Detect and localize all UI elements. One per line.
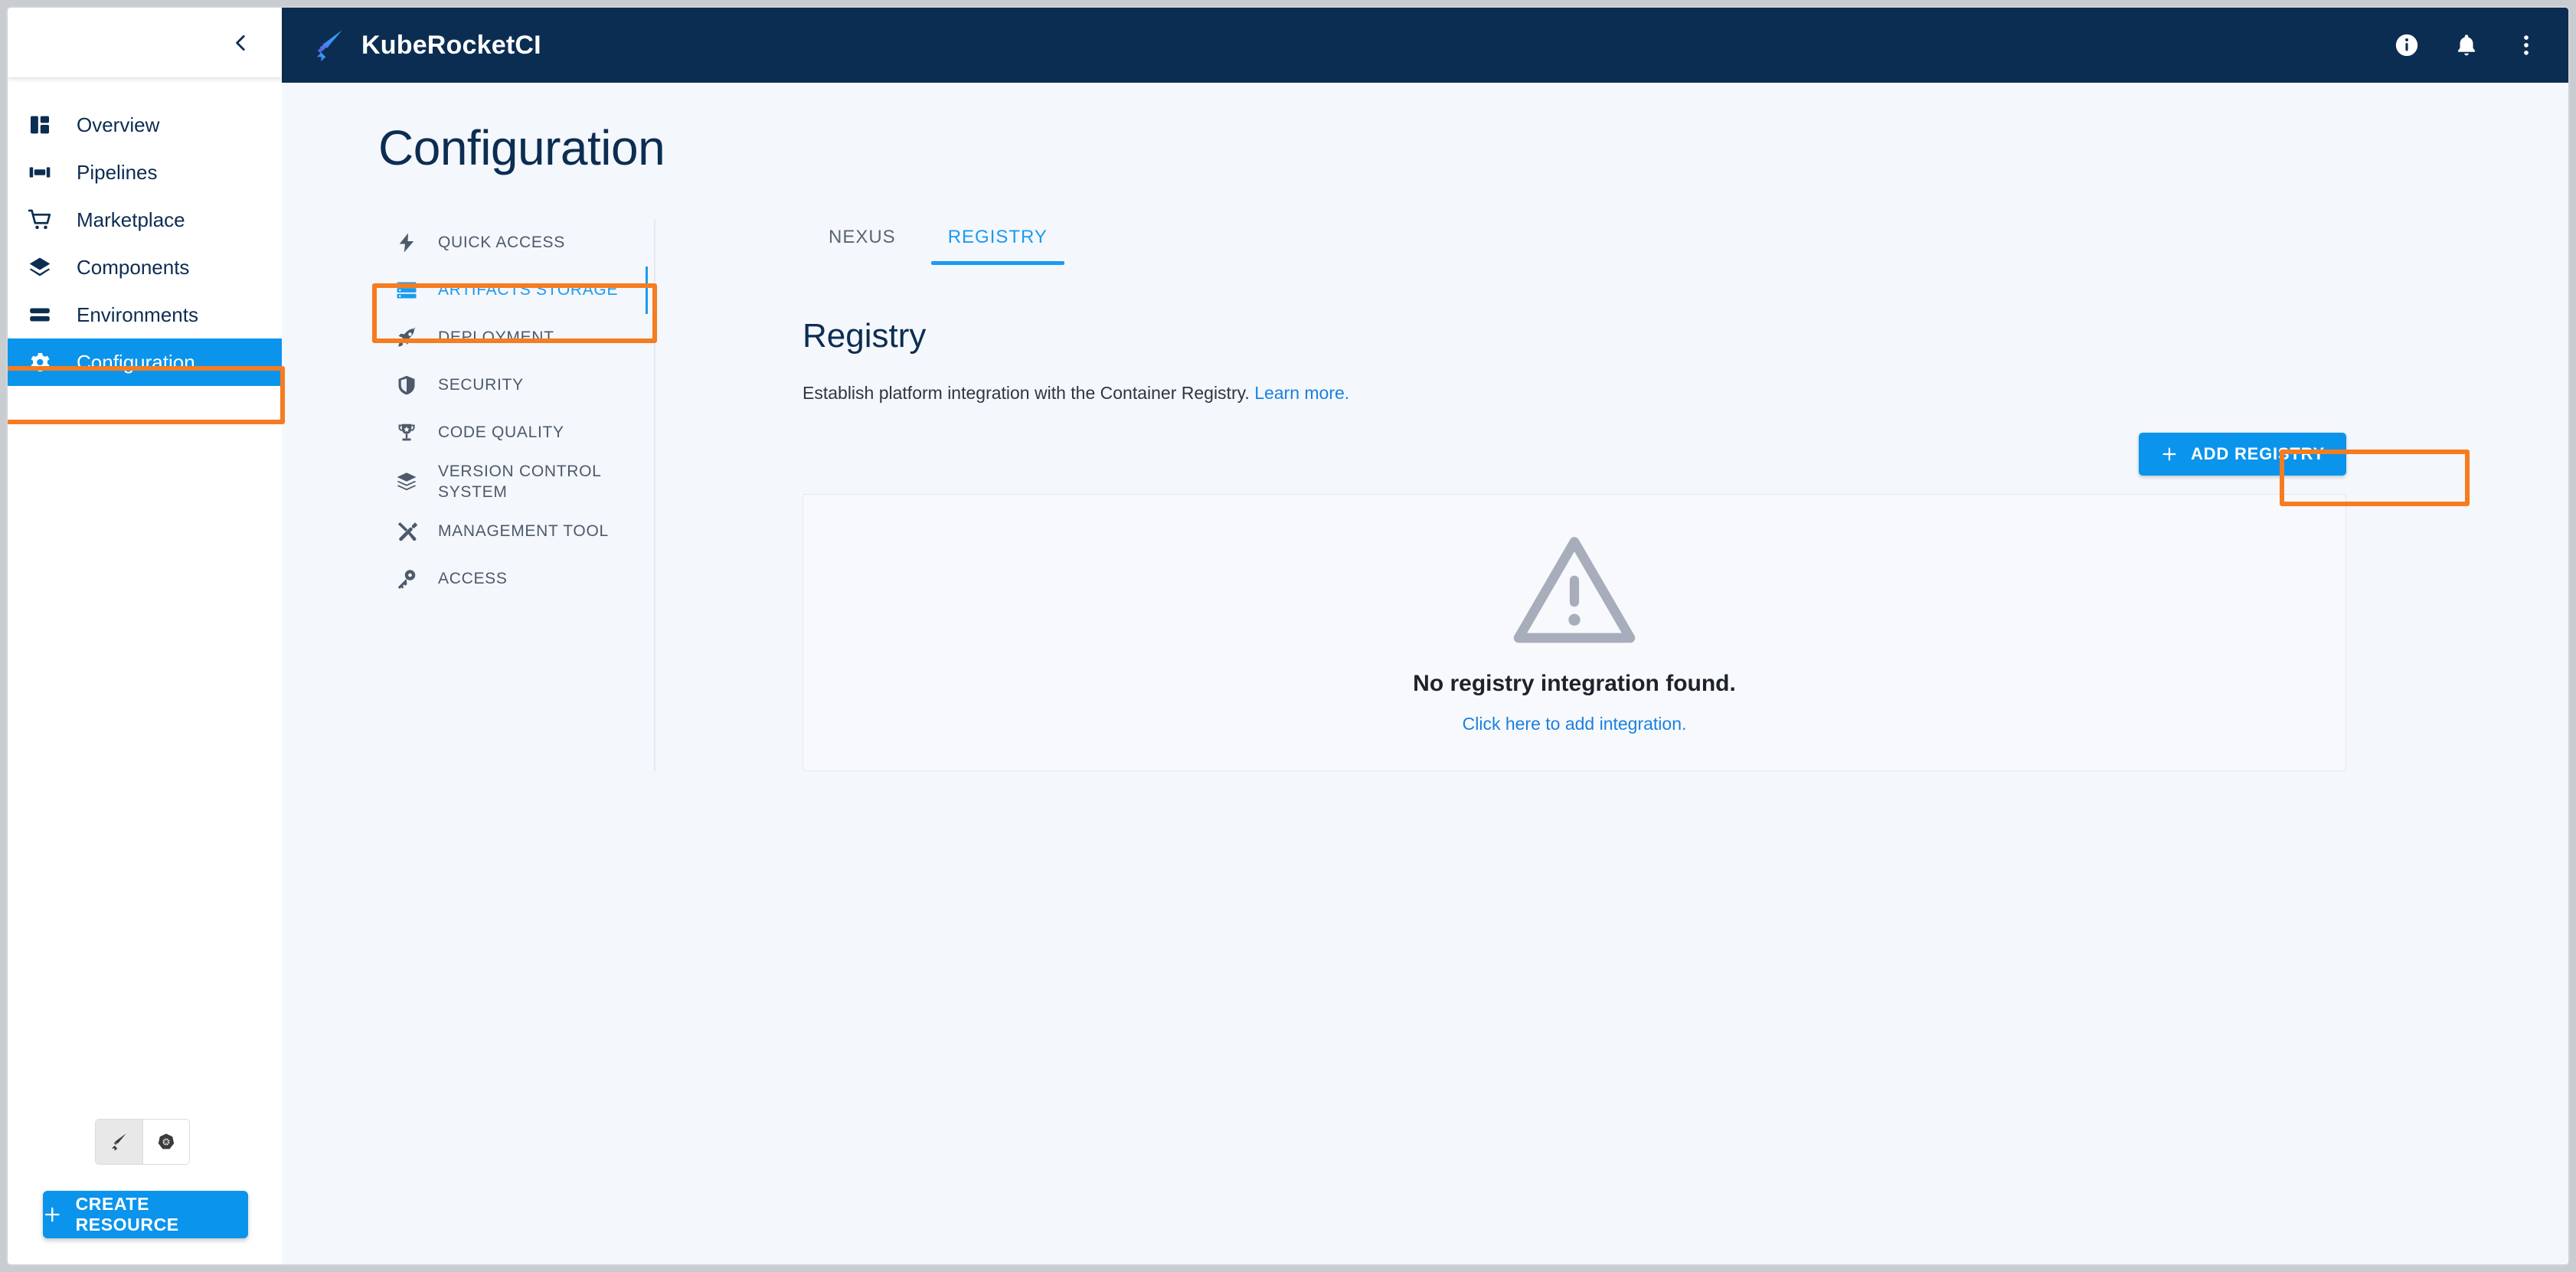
more-vertical-icon[interactable]: [2513, 32, 2539, 58]
shield-icon: [392, 371, 421, 400]
trophy-icon: [392, 418, 421, 447]
layers-stack-icon: [392, 467, 421, 496]
sidebar-item-label: Components: [77, 255, 190, 279]
sidebar-item-label: Configuration: [77, 350, 195, 374]
pipelines-icon: [25, 157, 55, 188]
rocket-logo-icon: [316, 30, 342, 62]
topbar-actions: [2394, 32, 2539, 58]
page-title: Configuration: [378, 120, 665, 175]
rocket-view-toggle[interactable]: [96, 1120, 142, 1164]
section-description: Establish platform integration with the …: [803, 383, 2346, 404]
config-nav-item-deployment[interactable]: DEPLOYMENT: [378, 314, 646, 361]
add-registry-label: ADD REGISTRY: [2190, 444, 2325, 463]
create-resource-label: CREATE RESOURCE: [75, 1194, 179, 1234]
config-nav-label: DEPLOYMENT: [438, 329, 554, 347]
section-description-text: Establish platform integration with the …: [803, 383, 1250, 403]
plus-icon: [44, 1207, 60, 1222]
create-resource-button[interactable]: CREATE RESOURCE: [43, 1191, 248, 1238]
chevron-left-icon[interactable]: [231, 33, 251, 53]
bell-icon[interactable]: [2453, 32, 2480, 58]
config-nav-item-access[interactable]: ACCESS: [378, 555, 646, 603]
lightning-icon: [392, 228, 421, 257]
layers-icon: [25, 252, 55, 283]
cart-icon: [25, 204, 55, 235]
configuration-panel: NEXUS REGISTRY Registry Establish platfo…: [655, 219, 2568, 771]
info-icon[interactable]: [2394, 32, 2420, 58]
sidebar-item-label: Overview: [77, 113, 160, 136]
brand-name: KubeRocketCI: [361, 30, 541, 60]
top-bar: KubeRocketCI: [282, 8, 2568, 83]
sidebar-item-marketplace[interactable]: Marketplace: [8, 196, 282, 244]
sidebar-item-configuration[interactable]: Configuration: [8, 338, 282, 386]
main-content: Configuration QUICK ACCESS ARTIFACTS STO…: [282, 83, 2568, 1264]
empty-state-link[interactable]: Click here to add integration.: [1463, 714, 1687, 734]
config-nav-label: ACCESS: [438, 569, 508, 587]
config-nav-label: CODE QUALITY: [438, 423, 564, 442]
add-registry-button[interactable]: ADD REGISTRY: [2138, 433, 2346, 476]
sidebar-item-label: Marketplace: [77, 208, 185, 231]
empty-state-card: No registry integration found. Click her…: [803, 494, 2346, 771]
app-window: KubeRocketCI Overview Pipelines Marketpl…: [6, 6, 2570, 1266]
config-nav-item-quick-access[interactable]: QUICK ACCESS: [378, 219, 646, 266]
action-bar: ADD REGISTRY: [803, 433, 2346, 476]
storage-icon: [392, 276, 421, 305]
learn-more-link[interactable]: Learn more.: [1254, 383, 1349, 403]
sidebar-item-label: Pipelines: [77, 160, 158, 184]
dashboard-icon: [25, 110, 55, 140]
plus-icon: [2162, 447, 2176, 461]
config-nav-label: VERSION CONTROL SYSTEM: [438, 463, 601, 502]
tab-nexus[interactable]: NEXUS: [803, 219, 922, 265]
kubernetes-icon: [158, 1133, 175, 1149]
gear-icon: [25, 347, 55, 378]
tab-registry[interactable]: REGISTRY: [922, 219, 1074, 265]
section-title: Registry: [803, 317, 927, 355]
key-icon: [392, 564, 421, 593]
rocket-icon: [112, 1133, 127, 1151]
config-nav-item-management-tool[interactable]: MANAGEMENT TOOL: [378, 508, 646, 555]
warning-triangle-icon: [1513, 536, 1636, 643]
brand[interactable]: KubeRocketCI: [311, 28, 541, 63]
sidebar-item-overview[interactable]: Overview: [8, 101, 282, 149]
config-nav-label: SECURITY: [438, 376, 524, 394]
content-row: QUICK ACCESS ARTIFACTS STORAGE DEPLOYMEN…: [282, 219, 2568, 771]
stack-icon: [25, 299, 55, 330]
config-nav-label: QUICK ACCESS: [438, 234, 565, 252]
sidebar-bottom: CREATE RESOURCE: [8, 1119, 282, 1264]
view-toggle-group: [95, 1119, 190, 1165]
config-nav-item-code-quality[interactable]: CODE QUALITY: [378, 409, 646, 456]
sidebar: Overview Pipelines Marketplace Component…: [8, 78, 282, 1264]
empty-state-title: No registry integration found.: [1413, 670, 1736, 696]
rocket-icon: [392, 323, 421, 352]
config-nav-label: ARTIFACTS STORAGE: [438, 281, 619, 299]
config-nav-item-security[interactable]: SECURITY: [378, 361, 646, 409]
sidebar-item-environments[interactable]: Environments: [8, 291, 282, 338]
sidebar-item-label: Environments: [77, 302, 198, 326]
sidebar-header: [8, 8, 282, 78]
config-nav-item-version-control-system[interactable]: VERSION CONTROL SYSTEM: [378, 456, 646, 508]
sidebar-nav: Overview Pipelines Marketplace Component…: [8, 78, 282, 386]
config-nav-item-artifacts-storage[interactable]: ARTIFACTS STORAGE: [378, 266, 648, 314]
configuration-nav: QUICK ACCESS ARTIFACTS STORAGE DEPLOYMEN…: [378, 219, 655, 771]
sidebar-item-pipelines[interactable]: Pipelines: [8, 149, 282, 196]
tab-bar: NEXUS REGISTRY: [803, 219, 2346, 265]
tools-icon: [392, 517, 421, 546]
config-nav-label: MANAGEMENT TOOL: [438, 522, 609, 540]
sidebar-item-components[interactable]: Components: [8, 244, 282, 291]
kubernetes-view-toggle[interactable]: [142, 1120, 189, 1164]
